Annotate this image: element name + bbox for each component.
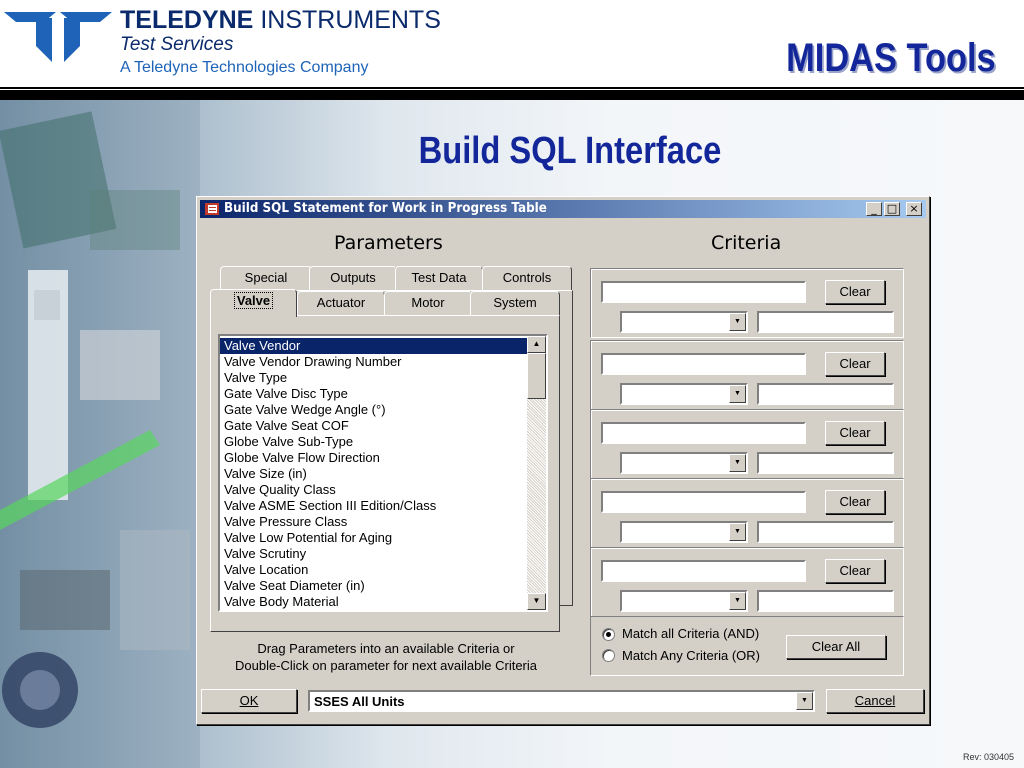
parameter-list-item[interactable]: Valve Location (220, 562, 527, 578)
parameter-list-item[interactable]: Valve Low Potential for Aging (220, 530, 527, 546)
criteria-clear-button[interactable]: Clear (825, 352, 885, 376)
match-logic-panel: Match all Criteria (AND) Match Any Crite… (590, 616, 904, 676)
parameter-list-item[interactable]: Valve ASME Section III Edition/Class (220, 498, 527, 514)
division-name: Test Services (120, 34, 234, 55)
parameter-list-item[interactable]: Valve Quality Class (220, 482, 527, 498)
minimize-button[interactable]: _ (866, 202, 882, 216)
criteria-clear-button[interactable]: Clear (825, 490, 885, 514)
criteria-row-5: Clear ▼ (590, 547, 904, 617)
criteria-value-input[interactable] (757, 452, 894, 474)
scroll-down-icon[interactable]: ▼ (527, 593, 546, 610)
company-name: TELEDYNE INSTRUMENTS (120, 6, 441, 34)
teledyne-logo-icon (4, 12, 112, 62)
criteria-field-input[interactable] (601, 422, 806, 444)
criteria-operator-select[interactable]: ▼ (620, 590, 748, 612)
criteria-field-input[interactable] (601, 353, 806, 375)
parameter-list-item[interactable]: Valve Size (in) (220, 466, 527, 482)
parameter-list[interactable]: Valve Vendor Valve Vendor Drawing Number V… (218, 334, 548, 612)
chevron-down-icon[interactable]: ▼ (729, 454, 746, 472)
parameter-list-item[interactable]: Valve Seat Diameter (in) (220, 578, 527, 594)
match-all-label[interactable]: Match all Criteria (AND) (622, 626, 759, 641)
cancel-button[interactable]: Cancel (826, 689, 924, 713)
hardware-collage-image (0, 100, 200, 768)
parameter-list-item[interactable]: Valve Scrutiny (220, 546, 527, 562)
parameter-list-items: Valve Vendor Valve Vendor Drawing Number V… (220, 338, 527, 610)
criteria-operator-select[interactable]: ▼ (620, 383, 748, 405)
ok-button[interactable]: OK (201, 689, 297, 713)
app-icon (205, 203, 219, 215)
parameter-list-item[interactable]: Gate Valve Disc Type (220, 386, 527, 402)
criteria-clear-button[interactable]: Clear (825, 559, 885, 583)
maximize-button[interactable]: □ (884, 202, 900, 216)
tab-actuator[interactable]: Actuator (297, 291, 385, 315)
match-any-radio[interactable] (602, 649, 615, 662)
drag-hint: Drag Parameters into an available Criter… (216, 640, 556, 674)
unit-select[interactable]: SSES All Units ▼ (308, 690, 815, 712)
window-title: Build SQL Statement for Work in Progress… (224, 201, 547, 216)
tab-test-data[interactable]: Test Data (395, 266, 483, 290)
scroll-thumb[interactable] (527, 353, 546, 399)
criteria-value-input[interactable] (757, 383, 894, 405)
hint-line-1: Drag Parameters into an available Criter… (257, 641, 515, 656)
close-button[interactable]: × (906, 202, 922, 216)
header-divider (0, 87, 1024, 89)
header-divider-thick (0, 90, 1024, 100)
criteria-heading: Criteria (711, 232, 782, 254)
parameter-list-item[interactable]: Valve Vendor Drawing Number (220, 354, 527, 370)
criteria-operator-select[interactable]: ▼ (620, 452, 748, 474)
hint-line-2: Double-Click on parameter for next avail… (234, 658, 538, 673)
criteria-operator-select[interactable]: ▼ (620, 311, 748, 333)
scroll-up-icon[interactable]: ▲ (527, 336, 546, 353)
criteria-field-input[interactable] (601, 491, 806, 513)
parameter-list-scrollbar[interactable]: ▲ ▼ (527, 336, 546, 610)
chevron-down-icon[interactable]: ▼ (729, 592, 746, 610)
parameter-list-item[interactable]: Valve Type (220, 370, 527, 386)
parameter-list-item[interactable]: Valve Vendor (220, 338, 527, 354)
criteria-row-4: Clear ▼ (590, 478, 904, 548)
criteria-value-input[interactable] (757, 311, 894, 333)
parameter-list-item[interactable]: Valve Body Material (220, 594, 527, 610)
slide-header: TELEDYNE INSTRUMENTS Test Services A Tel… (0, 0, 1024, 100)
criteria-row-2: Clear ▼ (590, 340, 904, 410)
tab-controls[interactable]: Controls (482, 266, 572, 290)
unit-dropdown-icon[interactable]: ▼ (796, 692, 813, 710)
criteria-row-3: Clear ▼ (590, 409, 904, 479)
parameter-list-item[interactable]: Globe Valve Flow Direction (220, 450, 527, 466)
match-any-label[interactable]: Match Any Criteria (OR) (622, 648, 760, 663)
criteria-field-input[interactable] (601, 560, 806, 582)
parent-company: A Teledyne Technologies Company (120, 59, 369, 76)
criteria-row-1: Clear ▼ (590, 268, 904, 338)
brand-block: TELEDYNE INSTRUMENTS Test Services A Tel… (120, 6, 441, 80)
parameters-heading: Parameters (334, 232, 443, 254)
product-title: MIDAS Tools (786, 36, 996, 80)
criteria-value-input[interactable] (757, 590, 894, 612)
criteria-clear-button[interactable]: Clear (825, 280, 885, 304)
revision-label: Rev: 030405 (962, 752, 1014, 762)
chevron-down-icon[interactable]: ▼ (729, 385, 746, 403)
slide-title: Build SQL Interface (418, 130, 722, 172)
parameter-list-item[interactable]: Valve Pressure Class (220, 514, 527, 530)
parameter-list-item[interactable]: Globe Valve Sub-Type (220, 434, 527, 450)
criteria-value-input[interactable] (757, 521, 894, 543)
criteria-field-input[interactable] (601, 281, 806, 303)
criteria-operator-select[interactable]: ▼ (620, 521, 748, 543)
match-all-radio[interactable] (602, 628, 615, 641)
tab-outputs[interactable]: Outputs (309, 266, 397, 290)
window-titlebar[interactable]: Build SQL Statement for Work in Progress… (200, 200, 926, 218)
parameter-list-item[interactable]: Gate Valve Seat COF (220, 418, 527, 434)
tab-system[interactable]: System (470, 291, 560, 315)
parameter-list-item[interactable]: Gate Valve Wedge Angle (°) (220, 402, 527, 418)
clear-all-button[interactable]: Clear All (786, 635, 886, 659)
chevron-down-icon[interactable]: ▼ (729, 313, 746, 331)
tab-motor[interactable]: Motor (384, 291, 472, 315)
chevron-down-icon[interactable]: ▼ (729, 523, 746, 541)
tab-valve[interactable]: Valve (210, 289, 297, 317)
unit-select-value: SSES All Units (314, 694, 405, 709)
tab-special[interactable]: Special (220, 266, 312, 290)
criteria-clear-button[interactable]: Clear (825, 421, 885, 445)
